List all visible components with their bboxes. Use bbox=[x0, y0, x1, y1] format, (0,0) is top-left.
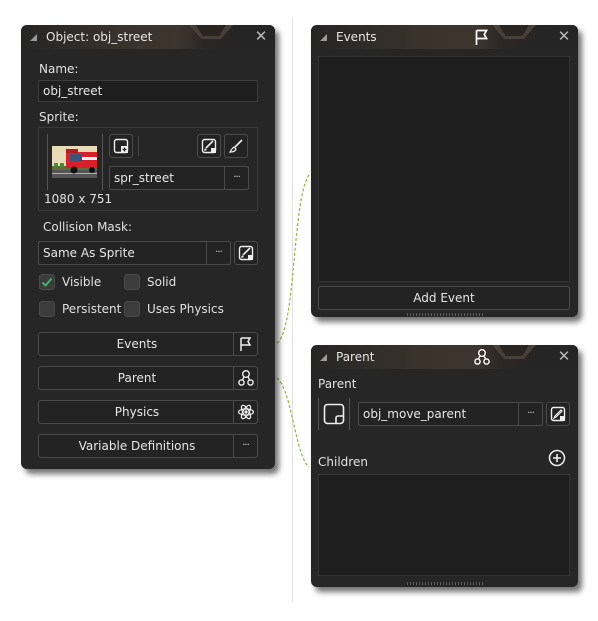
add-event-button[interactable]: Add Event bbox=[318, 286, 570, 310]
sprite-section: 1080 x 751 spr_street ··· bbox=[38, 127, 258, 211]
name-label: Name: bbox=[39, 62, 79, 76]
brush-icon bbox=[228, 139, 243, 153]
sprite-thumbnail bbox=[52, 146, 97, 178]
sprite-size: 1080 x 751 bbox=[44, 192, 113, 206]
sprite-name: spr_street bbox=[114, 171, 174, 185]
children-list[interactable] bbox=[318, 474, 570, 576]
uses-physics-label: Uses Physics bbox=[147, 302, 224, 316]
children-label: Children bbox=[318, 455, 368, 469]
collision-mask-edit-button[interactable] bbox=[234, 241, 258, 265]
panel-title: Parent bbox=[336, 350, 375, 364]
events-button[interactable]: Events bbox=[38, 332, 258, 356]
connector-events bbox=[276, 174, 310, 344]
visible-checkbox[interactable] bbox=[39, 274, 55, 290]
checkmark-icon bbox=[41, 277, 53, 287]
collapse-icon[interactable] bbox=[320, 34, 327, 41]
edit-sprite-button[interactable] bbox=[197, 134, 221, 158]
persistent-label: Persistent bbox=[62, 302, 122, 316]
sprite-label: Sprite: bbox=[39, 110, 79, 124]
object-panel-titlebar[interactable]: Object: obj_street ✕ bbox=[21, 25, 275, 49]
collision-mask-select[interactable]: Same As Sprite ··· bbox=[38, 241, 231, 265]
resize-grip[interactable] bbox=[407, 313, 483, 316]
atom-gear-icon bbox=[233, 401, 257, 423]
solid-label: Solid bbox=[147, 275, 177, 289]
close-icon[interactable]: ✕ bbox=[556, 28, 572, 44]
parent-panel: Parent ✕ Parent obj_move_parent ··· Chil… bbox=[311, 345, 578, 587]
flag-icon bbox=[473, 28, 491, 46]
edit-parent-button[interactable] bbox=[546, 402, 570, 426]
collision-mask-label: Collision Mask: bbox=[43, 220, 133, 234]
uses-physics-checkbox[interactable] bbox=[124, 301, 140, 317]
name-input[interactable]: obj_street bbox=[38, 80, 258, 102]
solid-checkbox[interactable] bbox=[124, 274, 140, 290]
sprite-browse-button[interactable]: ··· bbox=[224, 167, 248, 189]
parent-object-name: obj_move_parent bbox=[363, 407, 467, 421]
paint-brush-button[interactable] bbox=[224, 134, 248, 158]
parent-button[interactable]: Parent bbox=[38, 366, 258, 390]
sprite-editor-icon bbox=[238, 245, 254, 261]
parent-label: Parent bbox=[318, 377, 357, 391]
events-list[interactable] bbox=[318, 56, 570, 282]
resize-grip[interactable] bbox=[407, 582, 483, 585]
panel-title: Object: obj_street bbox=[46, 30, 153, 44]
add-child-button[interactable] bbox=[548, 449, 566, 467]
physics-button[interactable]: Physics bbox=[38, 400, 258, 424]
persistent-checkbox[interactable] bbox=[39, 301, 55, 317]
connector-parent bbox=[276, 377, 310, 468]
collapse-icon[interactable] bbox=[30, 34, 37, 41]
parent-object-select[interactable]: obj_move_parent ··· bbox=[358, 402, 543, 426]
variable-definitions-button[interactable]: Variable Definitions ··· bbox=[38, 434, 258, 458]
events-button-label: Events bbox=[116, 337, 158, 351]
hierarchy-icon bbox=[233, 367, 257, 389]
parent-panel-titlebar[interactable]: Parent ✕ bbox=[311, 345, 578, 369]
variable-definitions-label: Variable Definitions bbox=[78, 439, 196, 453]
object-panel: Object: obj_street ✕ Name: obj_street Sp… bbox=[21, 25, 275, 469]
flag-icon bbox=[233, 333, 257, 355]
close-icon[interactable]: ✕ bbox=[556, 348, 572, 364]
parent-button-label: Parent bbox=[117, 371, 157, 385]
visible-label: Visible bbox=[62, 275, 102, 289]
sprite-select[interactable]: spr_street ··· bbox=[109, 166, 249, 190]
edit-icon bbox=[550, 406, 566, 422]
close-icon[interactable]: ✕ bbox=[253, 28, 269, 44]
collision-mask-value: Same As Sprite bbox=[43, 246, 135, 260]
panel-title: Events bbox=[336, 30, 377, 44]
collision-mask-browse-button[interactable]: ··· bbox=[206, 242, 230, 264]
physics-button-label: Physics bbox=[114, 405, 160, 419]
plus-circle-icon bbox=[548, 449, 566, 467]
parent-browse-button[interactable]: ··· bbox=[518, 403, 542, 425]
events-panel-titlebar[interactable]: Events ✕ bbox=[311, 25, 578, 49]
object-icon bbox=[323, 403, 345, 425]
collapse-icon[interactable] bbox=[320, 354, 327, 361]
events-panel: Events ✕ Add Event bbox=[311, 25, 578, 317]
sprite-editor-icon bbox=[201, 138, 217, 154]
hierarchy-icon bbox=[473, 348, 491, 366]
ellipsis-icon: ··· bbox=[233, 435, 257, 457]
new-sprite-icon bbox=[113, 138, 129, 154]
new-sprite-button[interactable] bbox=[109, 134, 133, 158]
